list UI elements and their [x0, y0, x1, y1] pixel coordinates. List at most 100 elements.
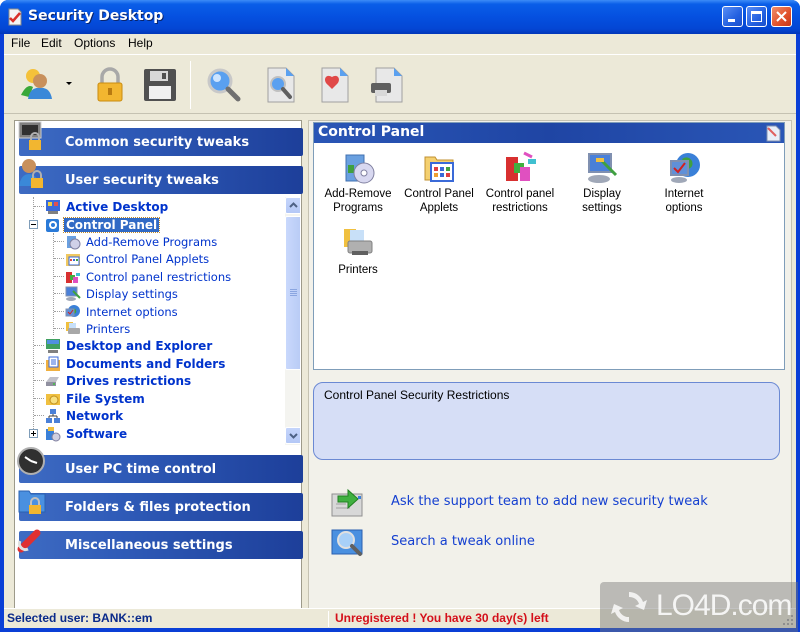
clock-icon	[17, 447, 45, 475]
scroll-up-button[interactable]	[285, 197, 300, 214]
internet-icon	[65, 305, 80, 317]
scroll-grip	[290, 295, 297, 296]
tree-line	[54, 241, 64, 242]
print-button[interactable]	[366, 65, 406, 105]
category-pane: Common security tweaks User security twe…	[14, 120, 303, 628]
users-icon	[21, 69, 52, 99]
scroll-down-button[interactable]	[285, 427, 300, 444]
item-label-line2: restrictions	[492, 202, 548, 214]
menu-options[interactable]: Options	[71, 36, 118, 50]
tweak-tree: Active Desktop Control Panel Add-Remove …	[19, 197, 300, 445]
tree-line	[34, 380, 44, 381]
network-icon	[46, 409, 60, 423]
close-button[interactable]	[771, 6, 792, 27]
item-label-line2: options	[665, 202, 703, 214]
user-lock-icon	[19, 159, 43, 188]
edit-note-icon[interactable]	[764, 124, 782, 142]
watermark-text: LO4D.com	[656, 589, 792, 622]
item-label-line1: Control panel	[485, 188, 555, 200]
selected-user-status: Selected user: BANK::em	[7, 611, 153, 625]
scroll-thumb[interactable]	[285, 216, 300, 370]
maximize-button[interactable]	[746, 6, 767, 27]
link-label[interactable]: Ask the support team to add new security…	[391, 494, 708, 509]
wrench-icon	[17, 529, 41, 553]
category-label: Common security tweaks	[65, 135, 250, 150]
category-user-pc-time-control[interactable]: User PC time control	[17, 447, 303, 483]
panel-item-control-panel-restrictions[interactable]: Control panel restrictions	[480, 151, 560, 215]
menu-file[interactable]: File	[8, 36, 33, 50]
add-remove-programs-icon	[345, 154, 375, 184]
active-desktop-icon	[46, 200, 60, 214]
tree-line	[54, 311, 64, 312]
client-area: File Edit Options Help Common security t…	[4, 34, 796, 628]
tree-line	[34, 345, 44, 346]
tree-line	[33, 197, 34, 437]
description-box: Control Panel Security Restrictions	[313, 382, 780, 460]
tree-line	[54, 258, 64, 259]
panel-item-printers[interactable]: Printers	[318, 227, 398, 291]
display-icon	[588, 153, 618, 183]
category-common-security-tweaks[interactable]: Common security tweaks	[18, 121, 303, 156]
tree-line	[34, 363, 44, 364]
restrictions-icon	[66, 272, 80, 283]
lock-button[interactable]	[90, 65, 130, 105]
panel-item-internet-options[interactable]: Internet options	[644, 151, 724, 215]
chevron-down-icon	[289, 433, 298, 439]
toolbar-separator	[190, 61, 191, 109]
tree-expand-toggle[interactable]	[29, 429, 38, 438]
item-label-line2: Programs	[333, 202, 383, 214]
menu-help[interactable]: Help	[125, 36, 156, 50]
control-panel-view: Control Panel Add-Remove Programs Contro…	[313, 122, 785, 370]
control-panel-icon	[46, 219, 59, 232]
internet-icon	[670, 153, 700, 183]
printer-icon	[344, 229, 373, 255]
save-button[interactable]	[140, 65, 180, 105]
tree-line	[54, 276, 64, 277]
tree-line	[54, 293, 64, 294]
users-button[interactable]	[18, 65, 58, 105]
menu-edit[interactable]: Edit	[38, 36, 65, 50]
restrictions-icon	[506, 151, 536, 181]
item-label-line1: Add-Remove	[324, 188, 392, 200]
document-printer-icon	[371, 67, 403, 103]
file-system-icon	[46, 394, 60, 405]
add-remove-programs-icon	[67, 236, 81, 250]
panel-item-add-remove-programs[interactable]: Add-Remove Programs	[318, 151, 398, 215]
search-online-link[interactable]: Search a tweak online	[330, 526, 780, 558]
item-label-line1: Internet	[664, 188, 704, 200]
panel-item-display-settings[interactable]: Display settings	[562, 151, 642, 215]
monitor-lock-icon	[18, 121, 42, 150]
scroll-grip	[290, 291, 297, 292]
item-label-line2: settings	[582, 202, 622, 214]
printer-icon	[66, 322, 80, 334]
applets-icon	[66, 254, 80, 266]
window-title: Security Desktop	[28, 8, 164, 24]
category-folders-files-protection[interactable]: Folders & files protection	[18, 490, 303, 521]
title-bar[interactable]: Security Desktop	[0, 0, 800, 34]
ask-support-link[interactable]: Ask the support team to add new security…	[330, 486, 780, 518]
description-text: Control Panel Security Restrictions	[324, 388, 510, 402]
tree-collapse-toggle[interactable]	[29, 220, 38, 229]
favorite-document-button[interactable]	[314, 65, 354, 105]
watermark: LO4D.com	[600, 582, 798, 632]
category-miscellaneous-settings[interactable]: Miscellaneous settings	[17, 529, 303, 559]
chevron-up-icon	[289, 202, 298, 208]
category-user-security-tweaks[interactable]: User security tweaks	[19, 159, 303, 194]
tree-line	[34, 398, 44, 399]
minimize-button[interactable]	[722, 6, 743, 27]
search-online-icon	[331, 529, 363, 556]
users-dropdown-arrow[interactable]	[66, 82, 72, 85]
scroll-grip	[290, 293, 297, 294]
search-button[interactable]	[204, 65, 244, 105]
tree-scrollbar[interactable]	[285, 197, 300, 445]
item-label-line1: Control Panel	[404, 188, 474, 200]
minimize-icon	[728, 19, 735, 22]
app-icon	[8, 8, 22, 26]
panel-item-control-panel-applets[interactable]: Control Panel Applets	[399, 151, 479, 215]
tree-line	[34, 415, 44, 416]
link-label[interactable]: Search a tweak online	[391, 534, 535, 549]
find-document-button[interactable]	[260, 65, 300, 105]
toolbar	[4, 54, 796, 114]
folder-lock-icon	[18, 490, 46, 514]
panel-header: Control Panel	[314, 123, 784, 143]
